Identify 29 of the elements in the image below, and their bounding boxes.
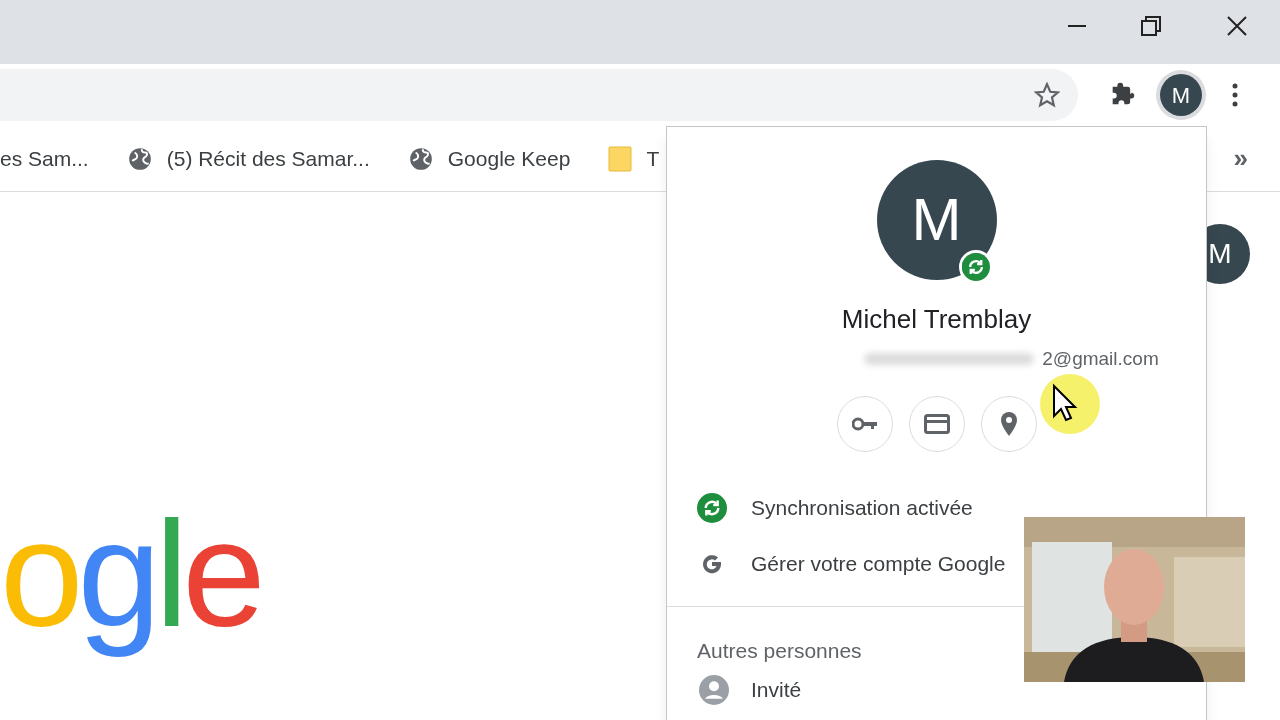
key-icon xyxy=(851,416,878,431)
profile-avatar-button[interactable]: M xyxy=(1160,74,1202,116)
profile-avatar: M xyxy=(876,160,997,280)
bookmark[interactable]: es Sam... xyxy=(0,142,89,175)
menu-item[interactable]: Synchronisation activée xyxy=(667,479,975,536)
person-item[interactable]: Invité xyxy=(667,674,1206,706)
sync-icon xyxy=(697,492,727,523)
minimize-icon xyxy=(1068,25,1086,27)
menu-item[interactable]: Gérer votre compte Google xyxy=(667,535,1008,592)
cursor-highlight-icon xyxy=(1040,374,1100,434)
star-icon[interactable] xyxy=(1034,82,1060,108)
credit-card-icon xyxy=(923,413,950,434)
profile-email: 2@gmail.com xyxy=(1042,347,1159,371)
bookmark[interactable]: Google Keep xyxy=(407,142,571,175)
more-bookmarks-button[interactable]: » xyxy=(1233,139,1248,178)
folder-icon xyxy=(608,145,633,172)
bookmark[interactable]: (5) Récit des Samar... xyxy=(126,142,370,175)
menu-icon[interactable] xyxy=(1232,83,1238,107)
close-icon xyxy=(1227,16,1247,36)
person-icon xyxy=(699,674,729,705)
restore-icon xyxy=(1141,16,1161,36)
bookmark[interactable]: T xyxy=(608,142,660,175)
profile-name: Michel Tremblay xyxy=(841,303,1032,336)
globe-icon xyxy=(126,145,153,172)
location-pin-icon xyxy=(999,411,1018,436)
google-logo: ogle xyxy=(0,489,260,660)
sync-icon xyxy=(961,253,990,281)
section-heading: Autres personnes xyxy=(696,637,863,664)
globe-icon xyxy=(407,145,434,172)
